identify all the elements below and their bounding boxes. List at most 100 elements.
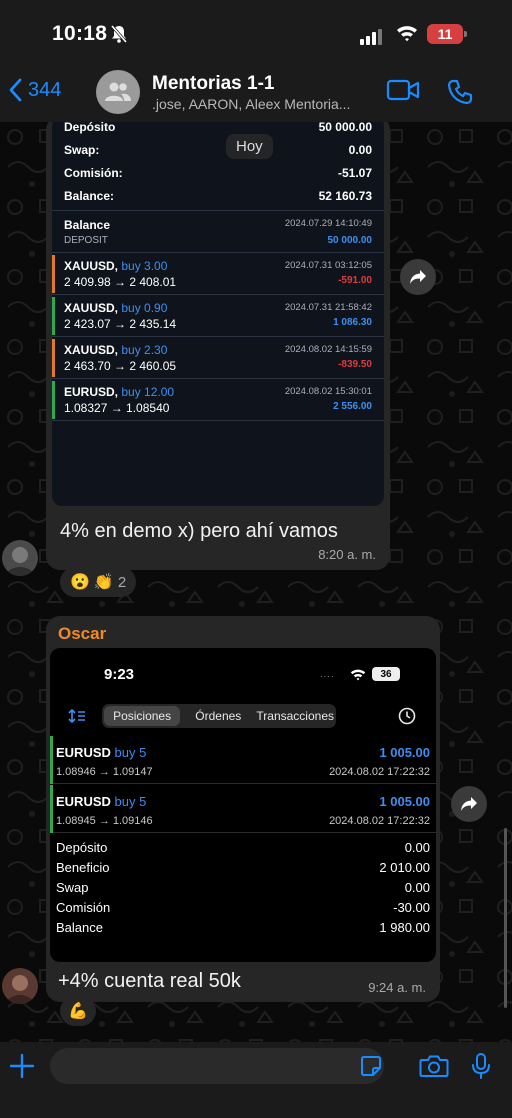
battery-indicator: 11 <box>427 24 467 44</box>
chat-area[interactable]: Depósito 50 000.00 Swap: 0.00 Comisión: -51.0… <box>0 122 512 1042</box>
summary-label: Balance: <box>64 189 115 203</box>
sender-name[interactable]: Oscar <box>58 624 106 644</box>
deal-symbol: XAUUSD, buy 0.90 <box>64 301 167 315</box>
deal-color-bar <box>52 339 55 377</box>
reaction-emoji: 👏 <box>93 574 114 591</box>
balance-entry-date: 2024.07.29 14:10:49 <box>284 218 372 229</box>
inner-battery: 36 <box>372 667 400 681</box>
position-side: buy 5 <box>114 794 147 809</box>
summary-value: 2 010.00 <box>379 860 430 875</box>
deal-symbol-name: XAUUSD, <box>64 259 119 273</box>
position-row[interactable]: EURUSD buy 5 1.08945 → 1.09146 1 005.00 202… <box>50 785 436 833</box>
position-profit: 1 005.00 <box>379 794 430 809</box>
balance-entry-amount: 50 000.00 <box>327 235 373 246</box>
forward-button[interactable] <box>451 786 487 822</box>
phone-call-icon[interactable] <box>446 78 474 106</box>
message-input-bar <box>0 1042 512 1118</box>
position-side: buy 5 <box>114 745 147 760</box>
mt5-positions-screenshot[interactable]: 9:23 ···· 36 Posiciones Órdenes Transacc… <box>50 648 436 962</box>
chat-title[interactable]: Mentorias 1-1 <box>152 73 274 95</box>
microphone-icon[interactable] <box>470 1052 492 1080</box>
summary-value: 0.00 <box>348 143 372 157</box>
deal-symbol-name: XAUUSD, <box>64 301 119 315</box>
deal-symbol-name: XAUUSD, <box>64 343 119 357</box>
deal-profit: 2 556.00 <box>333 401 372 412</box>
deal-date: 2024.07.31 21:58:42 <box>284 302 372 313</box>
chevron-left-icon <box>9 78 22 102</box>
message-time: 8:20 a. m. <box>318 547 376 562</box>
deal-symbol: EURUSD, buy 12.00 <box>64 385 174 399</box>
summary-value: -51.07 <box>337 166 372 180</box>
summary-value: 1 980.00 <box>379 920 430 935</box>
reaction-emoji: 😮 <box>70 574 90 591</box>
signal-icon <box>360 27 382 45</box>
forward-icon <box>461 797 477 811</box>
deal-row[interactable]: XAUUSD, buy 3.00 2 409.98 → 2 408.01 2024.… <box>52 253 384 295</box>
summary-label: Swap: <box>64 143 100 157</box>
summary-label: Depósito <box>56 840 108 855</box>
summary-label: Beneficio <box>56 860 110 875</box>
reaction-count: 2 <box>117 573 127 591</box>
message-text: +4% cuenta real 50k <box>58 970 241 992</box>
deal-symbol: XAUUSD, buy 2.30 <box>64 343 167 357</box>
deal-row[interactable]: XAUUSD, buy 2.30 2 463.70 → 2 460.05 2024.… <box>52 337 384 379</box>
plus-icon[interactable] <box>10 1054 34 1078</box>
position-profit: 1 005.00 <box>379 745 430 760</box>
deal-symbol: XAUUSD, buy 3.00 <box>64 259 167 273</box>
tab-ordenes[interactable]: Órdenes <box>180 706 256 726</box>
deal-color-bar <box>52 297 55 335</box>
position-color-bar <box>50 736 53 784</box>
deal-prices: 1.08327 → 1.08540 <box>64 401 170 415</box>
summary-label: Swap <box>56 880 89 895</box>
position-date: 2024.08.02 17:22:32 <box>329 815 430 827</box>
deal-symbol-name: EURUSD, <box>64 385 119 399</box>
inner-wifi-icon <box>350 669 366 681</box>
deal-prices: 2 423.07 → 2 435.14 <box>64 317 177 331</box>
clock-icon[interactable] <box>398 707 416 725</box>
reactions-bar[interactable]: 😮 👏 2 <box>60 567 137 597</box>
position-symbol-name: EURUSD <box>56 745 111 760</box>
deal-profit: 1 086.30 <box>333 317 372 328</box>
video-call-icon[interactable] <box>386 78 420 102</box>
position-prices: 1.08945 → 1.09146 <box>56 815 153 827</box>
group-avatar[interactable] <box>96 70 140 114</box>
inner-status-time: 9:23 <box>104 666 135 683</box>
message-input[interactable] <box>50 1048 384 1084</box>
position-symbol-name: EURUSD <box>56 794 111 809</box>
deal-profit: -591.00 <box>338 275 372 286</box>
summary-value: 52 160.73 <box>318 189 372 203</box>
chat-participants[interactable]: .jose, AARON, Aleex Mentoria... <box>152 96 370 112</box>
message-time: 9:24 a. m. <box>368 980 426 995</box>
sticker-icon[interactable] <box>360 1055 382 1077</box>
status-time: 10:18 <box>52 22 108 45</box>
position-symbol: EURUSD buy 5 <box>56 794 146 809</box>
deal-prices: 2 463.70 → 2 460.05 <box>64 359 177 373</box>
date-chip-label: Hoy <box>236 138 263 155</box>
deal-row[interactable]: EURUSD, buy 12.00 1.08327 → 1.08540 2024.0… <box>52 379 384 421</box>
sort-icon[interactable] <box>68 708 86 724</box>
camera-icon[interactable] <box>419 1054 449 1078</box>
forward-button[interactable] <box>400 259 436 295</box>
message-bubble[interactable]: Oscar 9:23 ···· 36 Posiciones Órdenes Tr… <box>46 616 440 1002</box>
mt5-history-screenshot[interactable]: Depósito 50 000.00 Swap: 0.00 Comisión: -51.0… <box>52 122 384 506</box>
balance-entry-type: DEPOSIT <box>64 235 108 246</box>
scrollbar[interactable] <box>504 828 507 1008</box>
sender-avatar[interactable] <box>2 540 38 576</box>
deal-date: 2024.07.31 03:12:05 <box>284 260 372 271</box>
back-button[interactable]: 344 <box>8 78 61 102</box>
deal-row[interactable]: XAUUSD, buy 0.90 2 423.07 → 2 435.14 2024.… <box>52 295 384 337</box>
inner-signal-dots: ···· <box>320 672 335 681</box>
reactions-bar[interactable]: 💪 <box>60 996 96 1026</box>
date-chip: Hoy <box>226 134 273 159</box>
sender-avatar[interactable] <box>2 968 38 1004</box>
position-row[interactable]: EURUSD buy 5 1.08946 → 1.09147 1 005.00 202… <box>50 736 436 784</box>
tab-posiciones[interactable]: Posiciones <box>104 706 181 726</box>
position-prices: 1.08946 → 1.09147 <box>56 766 153 778</box>
summary-value: -30.00 <box>393 900 430 915</box>
deal-side: buy 0.90 <box>121 301 168 315</box>
deal-side: buy 3.00 <box>121 259 168 273</box>
group-icon <box>105 82 131 101</box>
message-bubble[interactable]: Depósito 50 000.00 Swap: 0.00 Comisión: -51.0… <box>46 122 390 570</box>
deal-side: buy 2.30 <box>121 343 168 357</box>
tab-transacciones[interactable]: Transacciones <box>256 706 334 726</box>
